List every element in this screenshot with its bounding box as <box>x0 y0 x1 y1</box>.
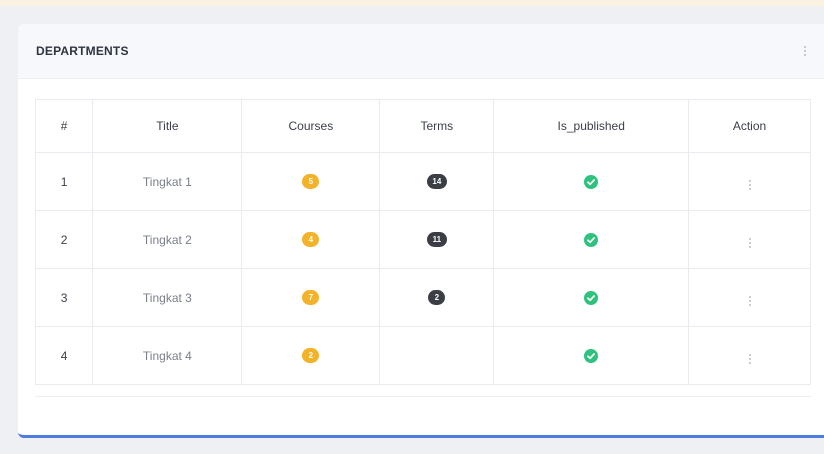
table-row: 2 Tingkat 2 4 11 <box>34 210 811 269</box>
published-cell <box>493 152 689 211</box>
action-cell <box>688 268 811 327</box>
column-header-is-published[interactable]: Is_published <box>493 99 689 153</box>
courses-cell: 5 <box>241 152 381 211</box>
terms-count-badge: 2 <box>428 290 446 306</box>
check-circle-icon <box>584 232 599 247</box>
check-circle-icon <box>584 174 599 189</box>
terms-count-badge: 11 <box>426 232 447 248</box>
terms-cell: 11 <box>379 210 495 269</box>
published-cell <box>493 326 689 385</box>
check-circle-icon <box>584 348 599 363</box>
courses-count-badge: 4 <box>302 232 320 248</box>
check-circle-icon <box>584 290 599 305</box>
departments-panel: DEPARTMENTS # Title Courses Terms Is_pub… <box>18 24 824 438</box>
terms-count-badge: 14 <box>426 174 447 190</box>
table-row: 4 Tingkat 4 2 <box>34 326 811 385</box>
department-title: Tingkat 1 <box>92 152 243 211</box>
terms-cell: 2 <box>379 268 495 327</box>
terms-cell <box>379 326 495 385</box>
action-cell <box>688 326 811 385</box>
department-title: Tingkat 2 <box>92 210 243 269</box>
row-number: 1 <box>34 152 94 211</box>
column-header-courses[interactable]: Courses <box>241 99 381 153</box>
column-header-number[interactable]: # <box>34 99 94 153</box>
courses-count-badge: 2 <box>302 348 320 364</box>
column-header-action: Action <box>688 99 811 153</box>
column-header-terms[interactable]: Terms <box>379 99 495 153</box>
panel-footer-divider <box>35 396 811 397</box>
courses-cell: 2 <box>241 326 381 385</box>
department-title: Tingkat 4 <box>92 326 243 385</box>
row-action-kebab-icon[interactable] <box>745 178 755 192</box>
courses-count-badge: 5 <box>302 174 320 190</box>
table-header-row: # Title Courses Terms Is_published Actio… <box>34 99 811 153</box>
published-cell <box>493 210 689 269</box>
row-number: 4 <box>34 326 94 385</box>
panel-menu-kebab-icon[interactable] <box>800 44 810 58</box>
courses-count-badge: 7 <box>302 290 320 306</box>
panel-header: DEPARTMENTS <box>18 24 824 79</box>
published-cell <box>493 268 689 327</box>
departments-table: # Title Courses Terms Is_published Actio… <box>34 99 811 385</box>
row-action-kebab-icon[interactable] <box>745 352 755 366</box>
courses-cell: 4 <box>241 210 381 269</box>
row-number: 2 <box>34 210 94 269</box>
terms-cell: 14 <box>379 152 495 211</box>
action-cell <box>688 152 811 211</box>
table-row: 1 Tingkat 1 5 14 <box>34 152 811 211</box>
panel-title: DEPARTMENTS <box>36 44 129 58</box>
department-title: Tingkat 3 <box>92 268 243 327</box>
action-cell <box>688 210 811 269</box>
row-action-kebab-icon[interactable] <box>745 236 755 250</box>
column-header-title[interactable]: Title <box>92 99 243 153</box>
row-action-kebab-icon[interactable] <box>745 294 755 308</box>
table-row: 3 Tingkat 3 7 2 <box>34 268 811 327</box>
top-notice-strip <box>0 0 824 6</box>
courses-cell: 7 <box>241 268 381 327</box>
row-number: 3 <box>34 268 94 327</box>
